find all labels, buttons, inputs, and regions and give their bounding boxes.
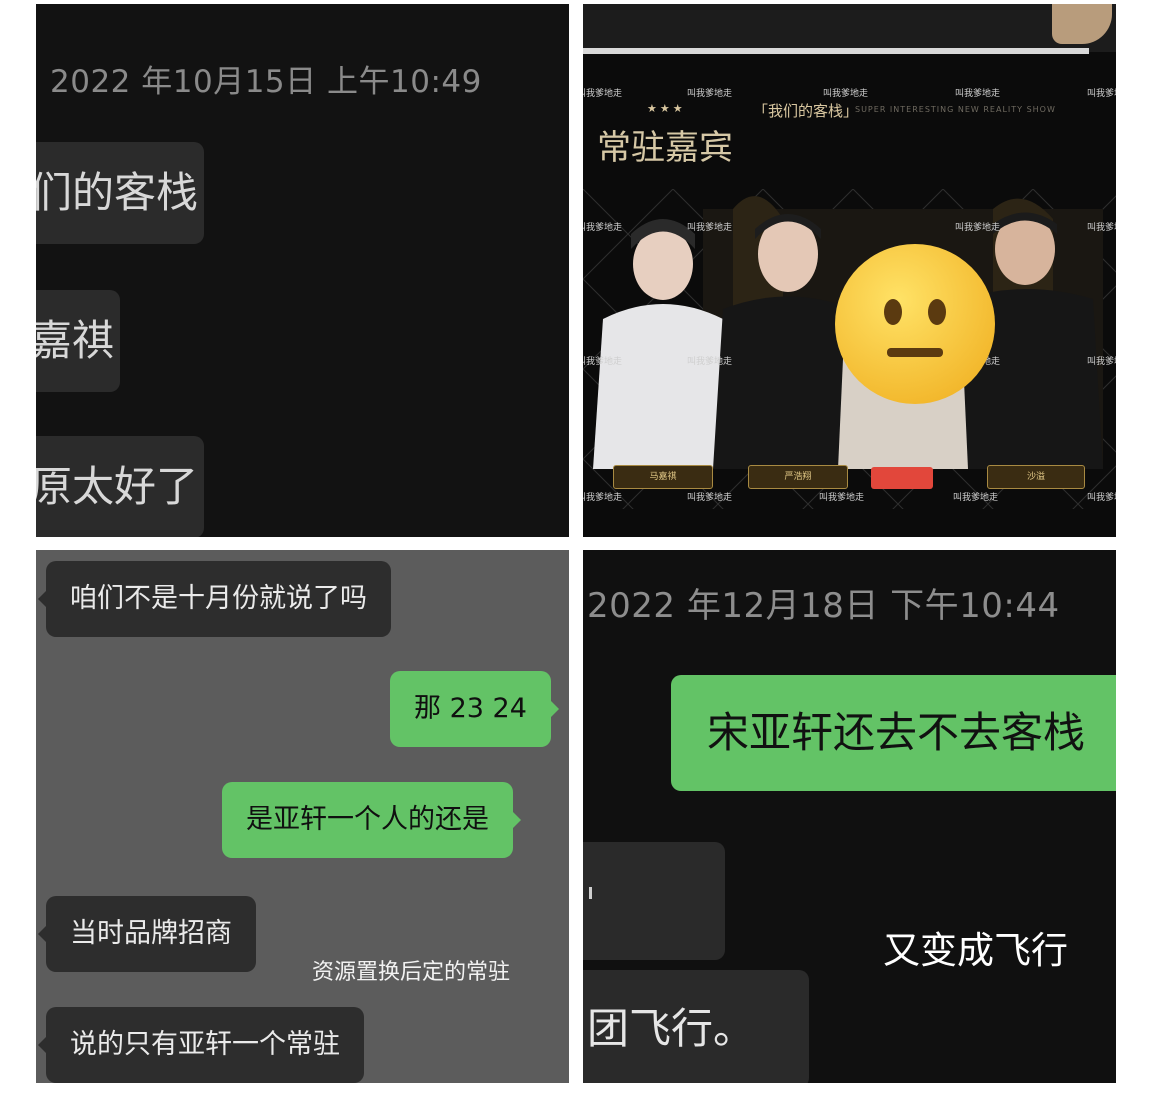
- chat-bubble-outgoing: 是亚轩一个人的还是: [222, 782, 521, 858]
- chat-panel-bottom-left: 咱们不是十月份就说了吗 那 23 24 是亚轩一个人的还是 当时品牌招商 资源置…: [36, 550, 569, 1083]
- chat-bubble-incoming: 原太好了: [36, 436, 204, 537]
- chat-timestamp: 2022 年10月15日 上午10:49: [50, 64, 482, 100]
- watermark-text: 叫我爹地走: [583, 223, 623, 233]
- watermark-text: 叫我爹地走: [687, 89, 733, 99]
- watermark-text: 叫我爹地走: [1087, 357, 1116, 367]
- watermark-text: 叫我爹地走: [955, 223, 1001, 233]
- poster-subtitle: SUPER INTERESTING NEW REALITY SHOW: [855, 105, 1056, 114]
- watermark-text: 叫我爹地走: [583, 89, 623, 99]
- chat-bubble-incoming: 团飞行。: [583, 970, 809, 1083]
- watermark-text: 叫我爹地走: [953, 493, 999, 503]
- chat-panel-top-left: 2022 年10月15日 上午10:49 们的客栈 嘉祺 原太好了: [36, 4, 569, 537]
- watermark-text: 叫我爹地走: [1087, 89, 1116, 99]
- show-poster-photo: ★★★ 「我们的客栈」 SUPER INTERESTING NEW REALIT…: [583, 4, 1116, 537]
- poster-show-name: 「我们的客栈」: [753, 102, 859, 120]
- poster-heading: 常驻嘉宾: [597, 128, 733, 168]
- chat-bubble-incoming: 说的只有亚轩一个常驻: [38, 1007, 364, 1083]
- redacted-nameplate: [871, 467, 933, 489]
- poster-frame-line: [583, 48, 1089, 54]
- caption-overlay: 资源置换后定的常驻: [312, 960, 511, 985]
- chat-bubble-incoming: 当时品牌招商: [38, 896, 256, 972]
- text-fragment-mark: [589, 887, 592, 899]
- caption-overlay: 又变成飞行: [883, 929, 1068, 972]
- chat-bubble-incoming: 咱们不是十月份就说了吗: [38, 561, 391, 637]
- chat-bubble-incoming: 嘉祺: [36, 290, 120, 392]
- chat-bubble-incoming-cropped: [583, 842, 725, 960]
- watermark-text: 叫我爹地走: [687, 223, 733, 233]
- watermark-text: 叫我爹地走: [819, 493, 865, 503]
- nameplate: 马嘉祺: [613, 465, 713, 489]
- watermark-text: 叫我爹地走: [1087, 493, 1116, 503]
- watermark-text: 叫我爹地走: [1087, 223, 1116, 233]
- nameplate: 沙溢: [987, 465, 1085, 489]
- watermark-text: 叫我爹地走: [687, 357, 733, 367]
- watermark-text: 叫我爹地走: [955, 89, 1001, 99]
- watermark-text: 叫我爹地走: [583, 493, 623, 503]
- chat-bubble-outgoing: 那 23 24: [390, 671, 559, 747]
- watermark-text: 叫我爹地走: [583, 357, 623, 367]
- stars-decoration: ★★★: [647, 102, 686, 115]
- nameplate: 严浩翔: [748, 465, 848, 489]
- poster-top-strip: [583, 4, 1116, 52]
- watermark-text: 叫我爹地走: [687, 493, 733, 503]
- neutral-face-emoji-icon: [835, 244, 995, 404]
- chat-bubble-incoming: 们的客栈: [36, 142, 204, 244]
- chat-bubble-outgoing: 宋亚轩还去不去客栈: [671, 675, 1116, 791]
- chat-timestamp: 2022 年12月18日 下午10:44: [587, 586, 1060, 626]
- chat-panel-bottom-right: 2022 年12月18日 下午10:44 宋亚轩还去不去客栈 又变成飞行 团飞行…: [583, 550, 1116, 1083]
- watermark-text: 叫我爹地走: [823, 89, 869, 99]
